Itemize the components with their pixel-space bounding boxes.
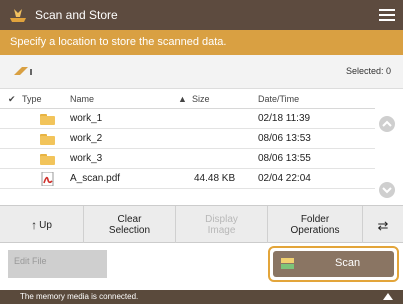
scanner-icon <box>280 256 295 271</box>
table-header: ✔ Type Name ▲ Size Date/Time <box>0 89 375 109</box>
menu-icon[interactable] <box>379 7 395 21</box>
file-datetime: 08/06 13:53 <box>258 133 311 144</box>
selected-count: Selected: 0 <box>345 66 391 76</box>
header-size[interactable]: Size <box>192 94 210 104</box>
table-row[interactable]: work_3 08/06 13:55 <box>0 149 375 169</box>
header-type[interactable]: Type <box>22 94 42 104</box>
status-bar: The memory media is connected. <box>0 290 403 304</box>
scan-store-icon <box>9 6 27 24</box>
folder-icon <box>40 154 55 165</box>
scan-label: Scan <box>335 257 361 269</box>
instruction-text: Specify a location to store the scanned … <box>0 30 403 55</box>
chevron-down-icon <box>382 187 392 194</box>
scan-button[interactable]: Scan <box>268 246 399 282</box>
table-row[interactable]: A_scan.pdf 44.48 KB 02/04 22:04 <box>0 169 375 189</box>
file-datetime: 02/18 11:39 <box>258 113 311 124</box>
up-button[interactable]: ↑ Up <box>0 206 84 244</box>
folder-operations-button[interactable]: Folder Operations <box>268 206 363 244</box>
file-name: work_2 <box>70 133 103 144</box>
file-size: 44.48 KB <box>194 173 236 184</box>
folder-icon <box>40 134 55 145</box>
file-name: work_1 <box>70 113 103 124</box>
table-row[interactable]: work_1 02/18 11:39 <box>0 109 375 129</box>
display-image-button[interactable]: Display Image <box>176 206 268 244</box>
table-row[interactable]: work_2 08/06 13:53 <box>0 129 375 149</box>
file-list: ✔ Type Name ▲ Size Date/Time work_1 02/1… <box>0 89 375 199</box>
bottom-panel: Edit File Scan <box>0 243 403 290</box>
scroll-down-button[interactable] <box>379 182 395 198</box>
refresh-button[interactable]: ⇄ <box>363 206 403 244</box>
toolbar: ↑ Up Clear Selection Display Image Folder… <box>0 205 403 244</box>
expand-up-icon[interactable] <box>383 293 393 300</box>
header-datetime[interactable]: Date/Time <box>258 94 299 104</box>
header-name[interactable]: Name <box>70 94 94 104</box>
chevron-up-icon <box>382 120 392 127</box>
status-text: The memory media is connected. <box>20 292 139 301</box>
clear-selection-button[interactable]: Clear Selection <box>84 206 176 244</box>
info-bar: Selected: 0 <box>0 55 403 89</box>
pdf-file-icon <box>41 171 54 187</box>
file-name: A_scan.pdf <box>70 173 121 184</box>
window-title: Scan and Store <box>35 8 118 22</box>
refresh-icon: ⇄ <box>377 217 389 233</box>
edit-file-button[interactable]: Edit File <box>8 250 107 278</box>
file-name: work_3 <box>70 153 103 164</box>
memory-media-icon <box>12 65 34 79</box>
scroll-up-button[interactable] <box>379 116 395 132</box>
up-arrow-icon: ↑ <box>31 217 38 232</box>
file-datetime: 02/04 22:04 <box>258 173 311 184</box>
title-bar: Scan and Store <box>0 0 403 30</box>
sort-asc-icon: ▲ <box>178 94 187 104</box>
select-all-check-icon[interactable]: ✔ <box>8 94 16 105</box>
file-datetime: 08/06 13:55 <box>258 153 311 164</box>
folder-icon <box>40 114 55 125</box>
